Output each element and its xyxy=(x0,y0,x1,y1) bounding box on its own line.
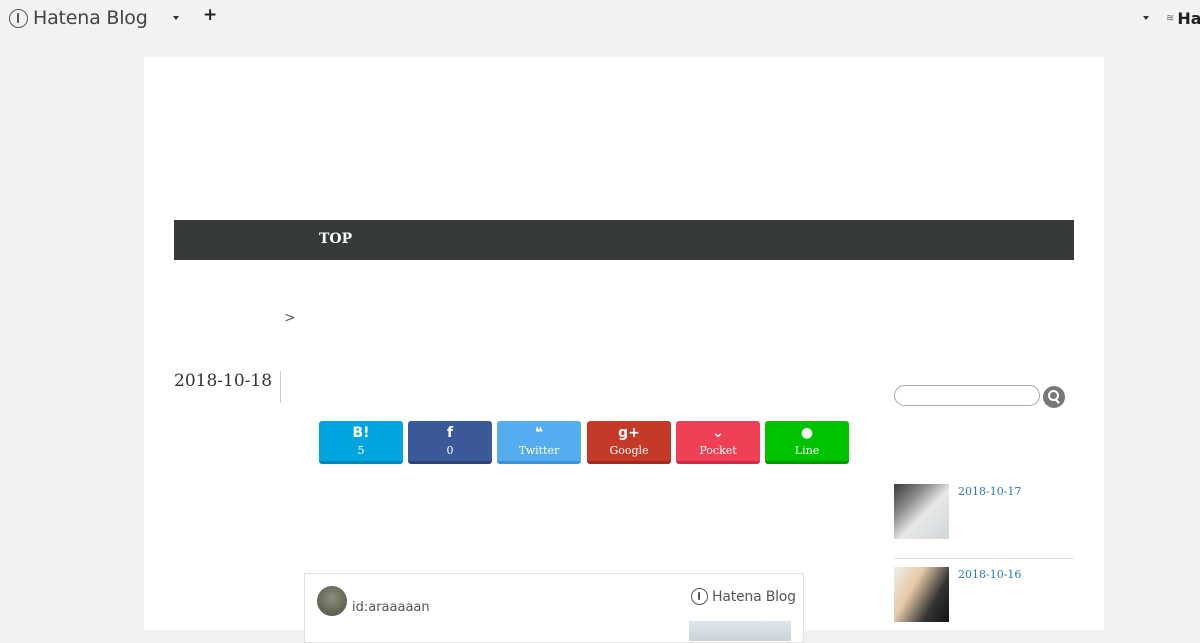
entry-date[interactable]: 2018-10-18 xyxy=(174,371,282,403)
google-plus-share-button[interactable]: g+ Google xyxy=(587,421,671,464)
line-icon: ● xyxy=(800,425,814,441)
recent-entry-thumbnail[interactable] xyxy=(894,567,949,622)
facebook-count: 0 xyxy=(446,444,454,457)
bookmark-count: 5 xyxy=(357,444,365,457)
recent-entry-date[interactable]: 2018-10-17 xyxy=(958,485,1021,498)
hatena-top-bar: Hatena Blog + ≋ Ha xyxy=(0,0,1200,36)
card-hatena-logo[interactable]: Hatena Blog xyxy=(691,588,796,605)
google-plus-icon: g+ xyxy=(618,425,640,441)
search-input[interactable] xyxy=(894,385,1040,406)
facebook-icon: f xyxy=(446,425,454,441)
recent-entry[interactable]: 2018-10-17 xyxy=(894,484,1074,559)
breadcrumb-separator: > xyxy=(284,310,296,326)
user-menu-caret-icon[interactable] xyxy=(1143,16,1149,20)
avatar[interactable] xyxy=(317,586,347,616)
blog-menu-caret-icon[interactable] xyxy=(173,16,179,20)
recent-entry[interactable]: 2018-10-16 xyxy=(894,567,1074,627)
recent-entry-date[interactable]: 2018-10-16 xyxy=(958,568,1021,581)
card-thumbnail[interactable] xyxy=(689,621,791,641)
hatena-bookmark-button[interactable]: B! 5 xyxy=(319,421,403,464)
line-share-button[interactable]: ● Line xyxy=(765,421,849,464)
hatena-bookmark-icon: B! xyxy=(352,425,370,441)
twitter-share-button[interactable]: ❝ Twitter xyxy=(497,421,581,464)
twitter-label: Twitter xyxy=(518,444,560,457)
hatena-blog-logo[interactable]: Hatena Blog xyxy=(9,7,148,29)
wifi-like-icon: ≋ xyxy=(1166,13,1175,24)
pocket-label: Pocket xyxy=(699,444,737,457)
twitter-icon: ❝ xyxy=(534,425,544,441)
author-card: id:araaaaan Hatena Blog xyxy=(304,573,804,643)
pocket-share-button[interactable]: ⌄ Pocket xyxy=(676,421,760,464)
card-logo-text: Hatena Blog xyxy=(712,588,796,605)
recent-entry-thumbnail[interactable] xyxy=(894,484,949,539)
search-icon[interactable] xyxy=(1043,386,1065,408)
nav-top-link[interactable]: TOP xyxy=(319,231,352,247)
hatena-right-logo[interactable]: ≋ Ha xyxy=(1166,9,1200,28)
line-label: Line xyxy=(794,444,820,457)
pocket-icon: ⌄ xyxy=(712,425,724,441)
logo-text: Hatena Blog xyxy=(33,7,148,29)
facebook-share-button[interactable]: f 0 xyxy=(408,421,492,464)
author-id[interactable]: id:araaaaan xyxy=(352,600,430,615)
new-post-button[interactable]: + xyxy=(203,5,217,25)
global-nav: TOP xyxy=(174,220,1074,260)
hatena-logo-icon xyxy=(9,8,28,28)
right-logo-text: Ha xyxy=(1177,9,1200,28)
google-label: Google xyxy=(609,444,649,457)
blog-container: TOP > 2018-10-18 B! 5 f 0 ❝ Twitter g+ G… xyxy=(144,57,1104,643)
hatena-logo-icon xyxy=(691,588,708,605)
